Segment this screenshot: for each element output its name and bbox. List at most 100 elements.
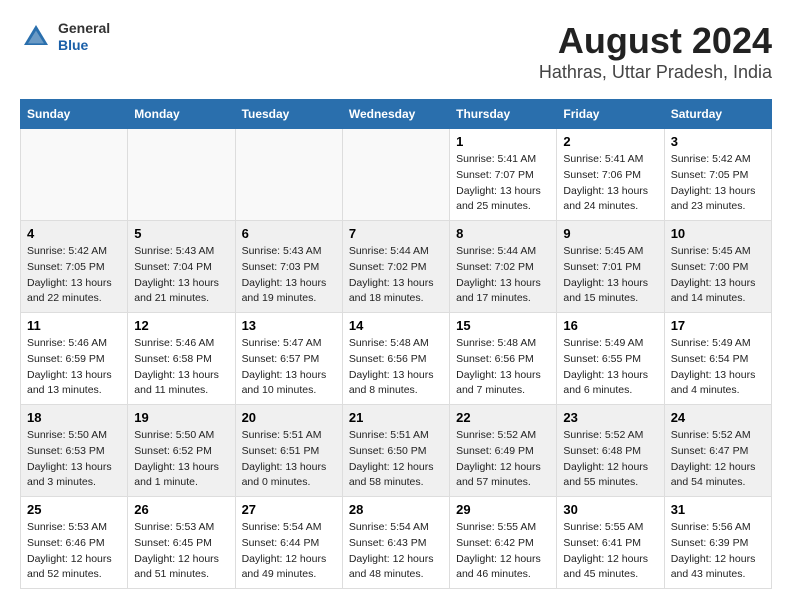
day-number: 28 <box>349 502 443 517</box>
day-number: 16 <box>563 318 657 333</box>
day-number: 21 <box>349 410 443 425</box>
day-info: Sunrise: 5:49 AM Sunset: 6:54 PM Dayligh… <box>671 336 765 399</box>
day-info: Sunrise: 5:48 AM Sunset: 6:56 PM Dayligh… <box>456 336 550 399</box>
day-number: 11 <box>27 318 121 333</box>
calendar-header: SundayMondayTuesdayWednesdayThursdayFrid… <box>21 100 772 129</box>
day-number: 8 <box>456 226 550 241</box>
page-title: August 2024 <box>539 20 772 62</box>
day-number: 3 <box>671 134 765 149</box>
day-number: 10 <box>671 226 765 241</box>
calendar-cell: 22Sunrise: 5:52 AM Sunset: 6:49 PM Dayli… <box>450 405 557 497</box>
day-info: Sunrise: 5:41 AM Sunset: 7:06 PM Dayligh… <box>563 152 657 215</box>
day-info: Sunrise: 5:55 AM Sunset: 6:41 PM Dayligh… <box>563 520 657 583</box>
calendar-cell: 15 Sunrise: 5:48 AM Sunset: 6:56 PM Dayli… <box>450 313 557 405</box>
calendar-cell <box>128 129 235 221</box>
day-number: 12 <box>134 318 228 333</box>
day-info: Sunrise: 5:53 AM Sunset: 6:45 PM Dayligh… <box>134 520 228 583</box>
day-number: 1 <box>456 134 550 149</box>
calendar-table: SundayMondayTuesdayWednesdayThursdayFrid… <box>20 99 772 589</box>
calendar-cell: 8 Sunrise: 5:44 AM Sunset: 7:02 PM Daylig… <box>450 221 557 313</box>
logo-blue-text: Blue <box>58 37 110 54</box>
calendar-cell: 29Sunrise: 5:55 AM Sunset: 6:42 PM Dayli… <box>450 497 557 589</box>
calendar-week-row: 11 Sunrise: 5:46 AM Sunset: 6:59 PM Dayli… <box>21 313 772 405</box>
day-number: 6 <box>242 226 336 241</box>
day-info: Sunrise: 5:42 AM Sunset: 7:05 PM Dayligh… <box>27 244 121 307</box>
calendar-cell <box>342 129 449 221</box>
day-info: Sunrise: 5:54 AM Sunset: 6:44 PM Dayligh… <box>242 520 336 583</box>
day-number: 30 <box>563 502 657 517</box>
day-info: Sunrise: 5:46 AM Sunset: 6:59 PM Dayligh… <box>27 336 121 399</box>
calendar-cell: 1Sunrise: 5:41 AM Sunset: 7:07 PM Daylig… <box>450 129 557 221</box>
day-info: Sunrise: 5:43 AM Sunset: 7:03 PM Dayligh… <box>242 244 336 307</box>
calendar-cell <box>235 129 342 221</box>
day-info: Sunrise: 5:52 AM Sunset: 6:48 PM Dayligh… <box>563 428 657 491</box>
calendar-week-row: 1Sunrise: 5:41 AM Sunset: 7:07 PM Daylig… <box>21 129 772 221</box>
day-number: 31 <box>671 502 765 517</box>
day-info: Sunrise: 5:43 AM Sunset: 7:04 PM Dayligh… <box>134 244 228 307</box>
calendar-cell: 25Sunrise: 5:53 AM Sunset: 6:46 PM Dayli… <box>21 497 128 589</box>
day-info: Sunrise: 5:48 AM Sunset: 6:56 PM Dayligh… <box>349 336 443 399</box>
day-number: 24 <box>671 410 765 425</box>
day-number: 27 <box>242 502 336 517</box>
calendar-cell: 7 Sunrise: 5:44 AM Sunset: 7:02 PM Daylig… <box>342 221 449 313</box>
page-header: General Blue August 2024 Hathras, Uttar … <box>20 20 772 83</box>
day-info: Sunrise: 5:51 AM Sunset: 6:50 PM Dayligh… <box>349 428 443 491</box>
day-number: 23 <box>563 410 657 425</box>
calendar-cell: 12 Sunrise: 5:46 AM Sunset: 6:58 PM Dayli… <box>128 313 235 405</box>
weekday-header-saturday: Saturday <box>664 100 771 129</box>
calendar-cell: 26 Sunrise: 5:53 AM Sunset: 6:45 PM Dayli… <box>128 497 235 589</box>
calendar-cell: 13Sunrise: 5:47 AM Sunset: 6:57 PM Dayli… <box>235 313 342 405</box>
calendar-cell: 9Sunrise: 5:45 AM Sunset: 7:01 PM Daylig… <box>557 221 664 313</box>
calendar-cell: 6 Sunrise: 5:43 AM Sunset: 7:03 PM Daylig… <box>235 221 342 313</box>
calendar-week-row: 18Sunrise: 5:50 AM Sunset: 6:53 PM Dayli… <box>21 405 772 497</box>
page-subtitle: Hathras, Uttar Pradesh, India <box>539 62 772 83</box>
calendar-cell: 30 Sunrise: 5:55 AM Sunset: 6:41 PM Dayli… <box>557 497 664 589</box>
calendar-cell: 19Sunrise: 5:50 AM Sunset: 6:52 PM Dayli… <box>128 405 235 497</box>
calendar-cell: 10 Sunrise: 5:45 AM Sunset: 7:00 PM Dayli… <box>664 221 771 313</box>
calendar-cell: 4 Sunrise: 5:42 AM Sunset: 7:05 PM Daylig… <box>21 221 128 313</box>
day-number: 9 <box>563 226 657 241</box>
logo-icon <box>20 21 52 53</box>
weekday-header-friday: Friday <box>557 100 664 129</box>
day-info: Sunrise: 5:46 AM Sunset: 6:58 PM Dayligh… <box>134 336 228 399</box>
day-info: Sunrise: 5:52 AM Sunset: 6:49 PM Dayligh… <box>456 428 550 491</box>
title-block: August 2024 Hathras, Uttar Pradesh, Indi… <box>539 20 772 83</box>
day-number: 20 <box>242 410 336 425</box>
day-number: 26 <box>134 502 228 517</box>
day-number: 4 <box>27 226 121 241</box>
calendar-cell: 28 Sunrise: 5:54 AM Sunset: 6:43 PM Dayli… <box>342 497 449 589</box>
calendar-cell: 31 Sunrise: 5:56 AM Sunset: 6:39 PM Dayli… <box>664 497 771 589</box>
day-info: Sunrise: 5:49 AM Sunset: 6:55 PM Dayligh… <box>563 336 657 399</box>
day-number: 14 <box>349 318 443 333</box>
weekday-header-monday: Monday <box>128 100 235 129</box>
day-number: 19 <box>134 410 228 425</box>
day-number: 13 <box>242 318 336 333</box>
calendar-week-row: 25Sunrise: 5:53 AM Sunset: 6:46 PM Dayli… <box>21 497 772 589</box>
weekday-header-row: SundayMondayTuesdayWednesdayThursdayFrid… <box>21 100 772 129</box>
day-info: Sunrise: 5:56 AM Sunset: 6:39 PM Dayligh… <box>671 520 765 583</box>
day-info: Sunrise: 5:51 AM Sunset: 6:51 PM Dayligh… <box>242 428 336 491</box>
logo-text: General Blue <box>58 20 110 54</box>
calendar-cell: 27 Sunrise: 5:54 AM Sunset: 6:44 PM Dayli… <box>235 497 342 589</box>
weekday-header-wednesday: Wednesday <box>342 100 449 129</box>
day-info: Sunrise: 5:45 AM Sunset: 7:00 PM Dayligh… <box>671 244 765 307</box>
weekday-header-sunday: Sunday <box>21 100 128 129</box>
logo: General Blue <box>20 20 110 54</box>
day-number: 5 <box>134 226 228 241</box>
calendar-cell: 11 Sunrise: 5:46 AM Sunset: 6:59 PM Dayli… <box>21 313 128 405</box>
day-number: 7 <box>349 226 443 241</box>
day-number: 18 <box>27 410 121 425</box>
day-info: Sunrise: 5:44 AM Sunset: 7:02 PM Dayligh… <box>349 244 443 307</box>
calendar-cell: 3Sunrise: 5:42 AM Sunset: 7:05 PM Daylig… <box>664 129 771 221</box>
logo-general-text: General <box>58 20 110 37</box>
calendar-cell: 14 Sunrise: 5:48 AM Sunset: 6:56 PM Dayli… <box>342 313 449 405</box>
day-info: Sunrise: 5:54 AM Sunset: 6:43 PM Dayligh… <box>349 520 443 583</box>
day-info: Sunrise: 5:44 AM Sunset: 7:02 PM Dayligh… <box>456 244 550 307</box>
day-number: 15 <box>456 318 550 333</box>
calendar-cell: 24Sunrise: 5:52 AM Sunset: 6:47 PM Dayli… <box>664 405 771 497</box>
calendar-cell <box>21 129 128 221</box>
weekday-header-thursday: Thursday <box>450 100 557 129</box>
day-info: Sunrise: 5:53 AM Sunset: 6:46 PM Dayligh… <box>27 520 121 583</box>
calendar-cell: 17Sunrise: 5:49 AM Sunset: 6:54 PM Dayli… <box>664 313 771 405</box>
calendar-cell: 20 Sunrise: 5:51 AM Sunset: 6:51 PM Dayli… <box>235 405 342 497</box>
